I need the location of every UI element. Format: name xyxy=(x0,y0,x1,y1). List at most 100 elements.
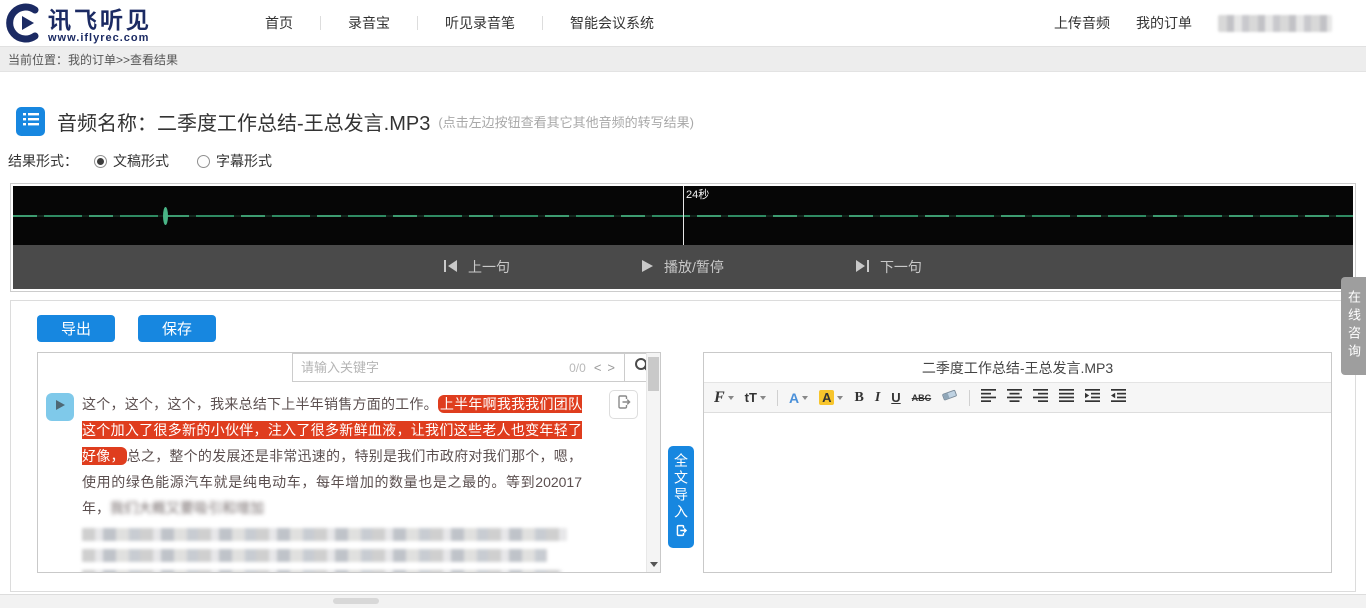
search-input[interactable] xyxy=(293,354,569,381)
export-button[interactable]: 导出 xyxy=(37,315,115,342)
page: 讯飞听见 www.iflyrec.com 首页 录音宝 听见录音笔 智能会议系统… xyxy=(0,0,1366,608)
bottom-strip xyxy=(0,594,1366,608)
align-justify-icon xyxy=(1059,389,1074,407)
nav-item-meeting-system[interactable]: 智能会议系统 xyxy=(543,13,681,33)
strikethrough-button[interactable]: ABC xyxy=(912,393,932,403)
search-match-counter: 0/0 xyxy=(569,361,586,375)
search-box: 0/0 < > xyxy=(292,353,660,382)
logo-url: www.iflyrec.com xyxy=(48,32,152,44)
transcript-text-redacted: 我们大概又要吸引和增加 xyxy=(110,500,264,516)
horizontal-scrollbar-thumb[interactable] xyxy=(333,598,379,604)
play-pause-label: 播放/暂停 xyxy=(664,257,724,277)
result-format-label: 结果形式： xyxy=(8,151,78,171)
result-container: 导出 保存 0/0 < > xyxy=(10,300,1356,592)
breadcrumb: 当前位置：我的订单>>查看结果 xyxy=(0,46,1366,72)
indent-button[interactable] xyxy=(1085,389,1100,407)
audio-name-hint: (点击左边按钮查看其它其他音频的转写结果) xyxy=(438,112,694,131)
nav-item-recording-pen[interactable]: 听见录音笔 xyxy=(418,13,542,33)
radio-option-subtitle[interactable]: 字幕形式 xyxy=(197,151,272,171)
waveform[interactable]: 24秒 xyxy=(13,186,1353,246)
ear-play-logo-icon xyxy=(6,3,44,48)
highlight-color-button[interactable]: A xyxy=(819,390,843,405)
font-size-icon: tT xyxy=(745,390,757,405)
dropdown-caret-icon xyxy=(837,396,843,400)
editor-toolbar: F tT A A B I U ABC xyxy=(704,383,1331,413)
segment-export-button[interactable] xyxy=(609,390,638,419)
clear-format-button[interactable] xyxy=(942,388,958,407)
outdent-button[interactable] xyxy=(1111,389,1126,407)
previous-icon xyxy=(444,259,457,275)
playhead-cursor[interactable]: 24秒 xyxy=(683,186,684,246)
save-button[interactable]: 保存 xyxy=(138,315,216,342)
segment-play-button[interactable] xyxy=(46,393,74,421)
radio-icon-unchecked[interactable] xyxy=(197,155,210,168)
logo-title: 讯飞听见 xyxy=(48,8,152,32)
font-color-button[interactable]: A xyxy=(789,390,808,406)
align-left-button[interactable] xyxy=(981,389,996,407)
radio-label: 字幕形式 xyxy=(216,151,272,171)
vertical-scrollbar[interactable] xyxy=(646,353,660,572)
highlight-color-icon: A xyxy=(819,390,834,405)
logo[interactable]: 讯飞听见 www.iflyrec.com xyxy=(6,3,152,48)
nav-item-home[interactable]: 首页 xyxy=(238,13,320,33)
export-arrow-icon xyxy=(616,394,632,415)
align-right-button[interactable] xyxy=(1033,389,1048,407)
align-justify-button[interactable] xyxy=(1059,389,1074,407)
play-pause-button[interactable]: 播放/暂停 xyxy=(642,257,724,277)
scrollbar-thumb[interactable] xyxy=(648,357,659,391)
segment-play-icon xyxy=(54,398,66,416)
next-sentence-button[interactable]: 下一句 xyxy=(856,257,922,277)
align-center-icon xyxy=(1007,389,1022,407)
audio-title-row: 音频名称：二季度工作总结-王总发言.MP3 (点击左边按钮查看其它其他音频的转写… xyxy=(16,107,694,136)
search-prev-button[interactable]: < xyxy=(594,360,602,375)
previous-sentence-button[interactable]: 上一句 xyxy=(444,257,510,277)
italic-button[interactable]: I xyxy=(875,390,880,406)
search-next-button[interactable]: > xyxy=(607,360,615,375)
dropdown-caret-icon xyxy=(728,396,734,400)
radio-label: 文稿形式 xyxy=(113,151,169,171)
audio-list-button[interactable] xyxy=(16,107,45,136)
audio-player: 24秒 上一句 播放/暂停 下一句 xyxy=(10,183,1356,292)
previous-label: 上一句 xyxy=(468,257,510,277)
outdent-icon xyxy=(1111,389,1126,407)
dropdown-caret-icon xyxy=(760,396,766,400)
fulltext-import-label: 全文导入 xyxy=(671,453,691,521)
font-size-button[interactable]: tT xyxy=(745,390,766,405)
redacted-line xyxy=(82,549,547,562)
radio-option-document[interactable]: 文稿形式 xyxy=(94,151,169,171)
list-icon xyxy=(23,112,39,132)
play-icon xyxy=(642,259,653,275)
import-arrow-icon xyxy=(675,524,688,542)
font-family-button[interactable]: F xyxy=(714,389,734,407)
editor-content-area[interactable] xyxy=(704,414,1331,572)
underline-button[interactable]: U xyxy=(891,390,900,405)
align-right-icon xyxy=(1033,389,1048,407)
editor-document-title: 二季度工作总结-王总发言.MP3 xyxy=(704,353,1331,383)
online-consult-tab[interactable]: 在线咨询 xyxy=(1341,277,1366,375)
bold-button[interactable]: B xyxy=(854,390,863,406)
user-account-blurred[interactable] xyxy=(1218,15,1332,32)
top-navbar: 讯飞听见 www.iflyrec.com 首页 录音宝 听见录音笔 智能会议系统… xyxy=(0,0,1366,46)
audio-name-title: 音频名称：二季度工作总结-王总发言.MP3 xyxy=(57,107,430,136)
breadcrumb-text: 当前位置：我的订单>>查看结果 xyxy=(8,51,178,68)
next-label: 下一句 xyxy=(880,257,922,277)
dropdown-caret-icon xyxy=(802,396,808,400)
indent-icon xyxy=(1085,389,1100,407)
align-center-button[interactable] xyxy=(1007,389,1022,407)
transcript-editable-area[interactable]: 这个，这个，这个，我来总结下上半年销售方面的工作。上半年啊我我我们团队这个加入了… xyxy=(38,382,646,572)
font-family-icon: F xyxy=(714,389,725,407)
radio-icon-checked[interactable] xyxy=(94,155,107,168)
next-icon xyxy=(856,259,869,275)
eraser-icon xyxy=(942,388,958,407)
result-format-row: 结果形式： 文稿形式 字幕形式 xyxy=(8,151,272,171)
editor-panel: 二季度工作总结-王总发言.MP3 F tT A A xyxy=(703,352,1332,573)
fulltext-import-button[interactable]: 全文导入 xyxy=(668,446,694,548)
transcript-text-normal: 这个，这个，这个，我来总结下上半年销售方面的工作。 xyxy=(82,396,438,412)
upload-audio-link[interactable]: 上传音频 xyxy=(1054,13,1110,33)
toolbar-separator xyxy=(777,390,778,406)
redacted-line xyxy=(82,528,567,541)
scrollbar-down-arrow-icon[interactable] xyxy=(650,562,658,567)
my-orders-link[interactable]: 我的订单 xyxy=(1136,13,1192,33)
transcript-panel: 0/0 < > xyxy=(37,352,661,573)
nav-item-recorder[interactable]: 录音宝 xyxy=(321,13,417,33)
